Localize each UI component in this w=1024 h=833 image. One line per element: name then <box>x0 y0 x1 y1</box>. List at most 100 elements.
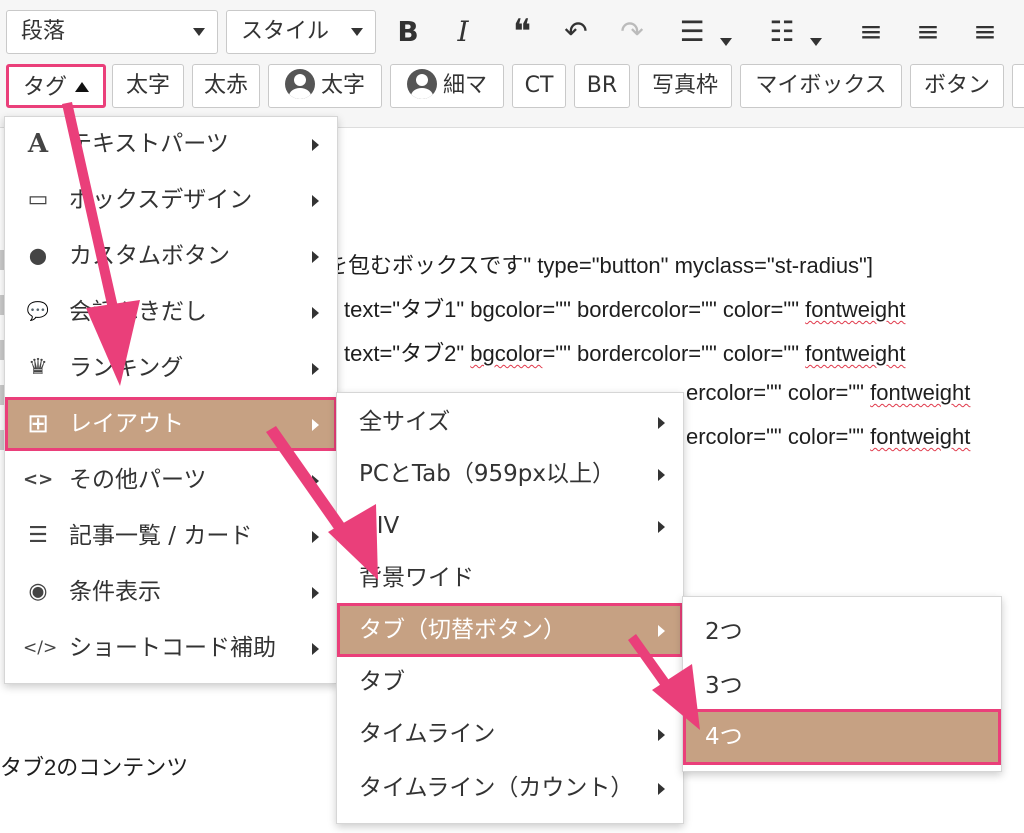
chevron-right-icon <box>312 643 319 655</box>
user-avatar-icon <box>406 69 437 99</box>
editor-line-1: を包むボックスです" type="button" myclass="st-rad… <box>326 253 873 278</box>
menu-item-wide-background[interactable]: 背景ワイド <box>337 551 683 605</box>
bold-tag-button[interactable]: 太字 <box>112 64 184 108</box>
menu-item-shortcode-helper[interactable]: </> ショートコード補助 <box>5 621 337 675</box>
menu-item-four-tabs[interactable]: 4つ <box>683 709 1001 765</box>
numbered-list-icon: ☷ <box>769 15 795 48</box>
numbered-list-button[interactable]: ☷ <box>766 12 822 52</box>
caret-up-icon <box>75 82 89 92</box>
menu-item-speech-bubble[interactable]: 💬 会話ふきだし <box>5 285 337 339</box>
editor-line-5: ercolor="" color="" fontweight <box>686 424 970 450</box>
menu-item-label: タブ <box>359 669 405 695</box>
menu-item-timeline[interactable]: タイムライン <box>337 707 683 761</box>
menu-item-text-parts[interactable]: A テキストパーツ <box>5 117 337 171</box>
menu-item-label: テキストパーツ <box>69 131 229 157</box>
chevron-down-icon <box>351 28 363 36</box>
list-icon: ☰ <box>28 523 48 548</box>
menu-item-other-parts[interactable]: <> その他パーツ <box>5 453 337 507</box>
editor-line-3-bgcolor: bgcolor <box>470 341 543 366</box>
menu-item-all-sizes[interactable]: 全サイズ <box>337 395 683 449</box>
italic-button[interactable]: I <box>450 12 476 52</box>
menu-item-label: その他パーツ <box>69 467 207 493</box>
menu-item-label: 全サイズ <box>359 409 451 435</box>
menu-item-label: タブ（切替ボタン） <box>359 617 566 643</box>
avatar-bold-button[interactable]: 太字 <box>268 64 382 108</box>
photo-frame-button[interactable]: 写真枠 <box>638 64 732 108</box>
paragraph-format-value: 段落 <box>21 19 66 44</box>
inbox-icon: ▭ <box>27 187 49 212</box>
menu-item-label: ランキング <box>69 355 184 381</box>
menu-item-tab[interactable]: タブ <box>337 655 683 709</box>
avatar-thin-label: 細マ <box>442 73 487 98</box>
bullet-list-button[interactable]: ☰ <box>676 12 732 52</box>
layout-submenu: 全サイズ PCとTab（959px以上） DIV 背景ワイド タブ（切替ボタン）… <box>336 392 684 824</box>
menu-item-custom-button[interactable]: ⬤ カスタムボタン <box>5 229 337 283</box>
grid-icon: ⊞ <box>27 409 49 439</box>
chevron-down-icon <box>193 28 205 36</box>
style-select-value: スタイル <box>241 19 330 44</box>
menu-item-tab-switch-button[interactable]: タブ（切替ボタン） <box>337 603 683 657</box>
toggle-icon: ⬤ <box>29 246 47 265</box>
ct-button[interactable]: CT <box>512 64 566 108</box>
menu-item-article-list[interactable]: ☰ 記事一覧 / カード <box>5 509 337 563</box>
menu-item-label: 記事一覧 / カード <box>69 523 253 549</box>
align-left-button[interactable]: ≡ <box>856 12 886 52</box>
chevron-right-icon <box>658 469 665 481</box>
menu-item-ranking[interactable]: ♛ ランキング <box>5 341 337 395</box>
editor-line-4-text: ercolor="" color="" <box>686 380 871 405</box>
avatar-thin-marker-button[interactable]: 細マ <box>390 64 504 108</box>
chevron-right-icon <box>658 521 665 533</box>
menu-item-label: タイムライン <box>359 721 496 747</box>
chevron-right-icon <box>658 729 665 741</box>
red-bold-tag-button[interactable]: 太赤 <box>192 64 260 108</box>
menu-item-label: 条件表示 <box>69 579 161 605</box>
menu-item-label: 4つ <box>705 724 743 750</box>
undo-button[interactable]: ↶ <box>558 12 594 52</box>
chevron-right-icon <box>658 783 665 795</box>
menu-item-box-design[interactable]: ▭ ボックスデザイン <box>5 173 337 227</box>
mybox-button[interactable]: マイボックス <box>740 64 902 108</box>
menu-item-three-tabs[interactable]: 3つ <box>683 659 1001 713</box>
menu-item-label: ショートコード補助 <box>69 635 276 661</box>
chevron-right-icon <box>312 475 319 487</box>
align-center-button[interactable]: ≡ <box>913 12 943 52</box>
bold-button[interactable]: B <box>393 12 423 52</box>
tag-dropdown-menu: A テキストパーツ ▭ ボックスデザイン ⬤ カスタムボタン 💬 会話ふきだし … <box>4 116 338 684</box>
redo-button[interactable]: ↷ <box>614 12 650 52</box>
crown-icon: ♛ <box>28 355 48 380</box>
editor-line-6: タブ2のコンテンツ <box>0 755 189 780</box>
paragraph-format-select[interactable]: 段落 <box>6 10 218 54</box>
menu-item-label: 2つ <box>705 619 743 645</box>
menu-item-conditional-display[interactable]: ◉ 条件表示 <box>5 565 337 619</box>
editor-toolbar: 段落 スタイル B I ❝ ↶ ↷ ☰ ☷ ≡ ≡ ≡ タグ 太字 太赤 太字 … <box>0 0 1024 128</box>
text-a-icon: A <box>27 129 49 159</box>
chevron-down-icon <box>810 38 822 46</box>
menu-item-label: PCとTab（959px以上） <box>359 461 615 487</box>
editor-line-5-attr: fontweight <box>870 424 971 449</box>
tag-menu-button[interactable]: タグ <box>6 64 106 108</box>
menu-item-label: 会話ふきだし <box>69 299 207 325</box>
editor-line-2: text="タブ1" bgcolor="" bordercolor="" col… <box>344 292 905 324</box>
blockquote-button[interactable]: ❝ <box>505 12 539 52</box>
avatar-bold-label: 太字 <box>320 73 365 98</box>
chat-bubbles-icon: 💬 <box>26 301 50 322</box>
editor-line-3-text: text="タブ2" <box>344 341 471 366</box>
menu-item-timeline-count[interactable]: タイムライン（カウント） <box>337 761 683 815</box>
menu-item-label: レイアウト <box>69 411 184 437</box>
editor-line-2-attr: fontweight <box>805 297 906 322</box>
chevron-down-icon <box>720 38 732 46</box>
chevron-right-icon <box>658 625 665 637</box>
menu-item-label: 3つ <box>705 673 743 699</box>
br-button[interactable]: BR <box>574 64 630 108</box>
menu-item-label: ボックスデザイン <box>69 187 253 213</box>
align-right-button[interactable]: ≡ <box>970 12 1000 52</box>
menu-item-div[interactable]: DIV <box>337 499 683 553</box>
user-avatar-icon <box>284 69 315 99</box>
tag-menu-label: タグ <box>22 75 67 100</box>
button-tag-button[interactable]: ボタン <box>910 64 1004 108</box>
more-quicktag-button[interactable] <box>1012 64 1024 108</box>
menu-item-two-tabs[interactable]: 2つ <box>683 605 1001 659</box>
style-select[interactable]: スタイル <box>226 10 376 54</box>
menu-item-pc-tab[interactable]: PCとTab（959px以上） <box>337 447 683 501</box>
menu-item-layout[interactable]: ⊞ レイアウト <box>5 397 337 451</box>
